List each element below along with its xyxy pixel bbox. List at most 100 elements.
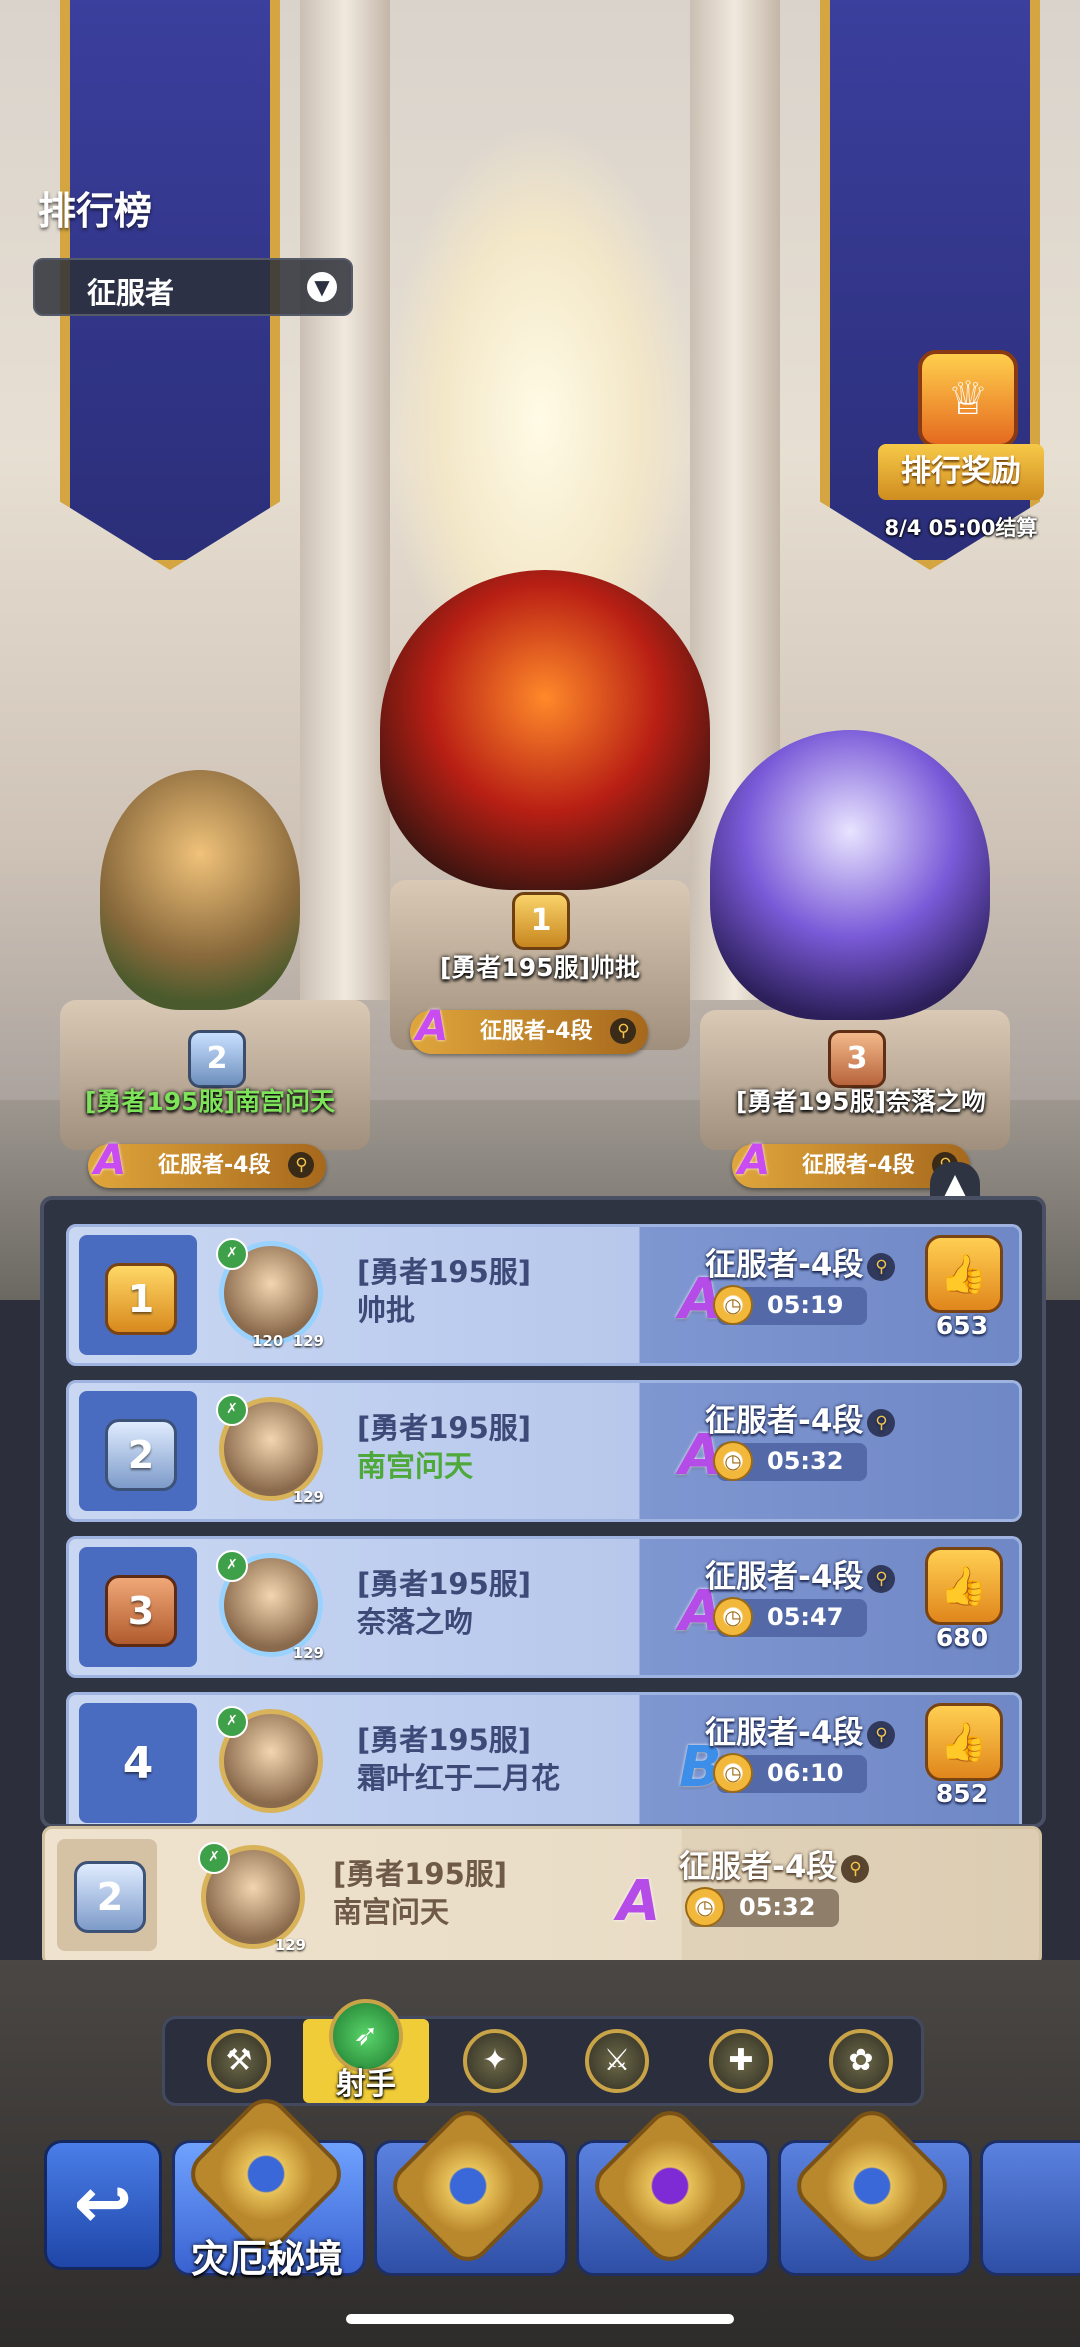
tier-text: 征服者-4段 <box>705 1715 864 1751</box>
rank-number: 4 <box>122 1738 154 1789</box>
my-rank-row[interactable]: 2 ✗ 129 [勇者195服] 南宫问天 A 征服者-4段 ⚲ ◷ 05:32 <box>42 1826 1042 1966</box>
like-button[interactable]: 👍 653 <box>919 1235 1005 1355</box>
player-name: 奈落之吻 <box>357 1605 474 1639</box>
tier-text: 征服者-4段 <box>705 1559 864 1595</box>
podium-rank-1-badge: 1 <box>512 892 570 950</box>
hero-second-place[interactable] <box>100 770 300 1010</box>
clear-time-value: 05:19 <box>767 1291 844 1319</box>
nav-active-label: 灾厄秘境 <box>190 2237 343 2281</box>
clear-time: ◷ 05:32 <box>713 1441 867 1481</box>
class-mini-icon: ✗ <box>216 1550 248 1582</box>
avatar[interactable]: ✗ 129 <box>198 1842 306 1954</box>
dropdown-value: 征服者 <box>87 276 175 310</box>
warrior-icon[interactable]: ⚒ <box>207 2029 271 2093</box>
podium-tier-2[interactable]: A 征服者-4段 ⚲ <box>88 1138 327 1188</box>
player-name: 南宫问天 <box>357 1449 474 1483</box>
grade-badge: A <box>738 1135 771 1184</box>
avatar[interactable]: ✗ <box>216 1706 323 1813</box>
player-server: [勇者195服] <box>357 1567 532 1601</box>
pillar-left <box>300 0 390 1000</box>
clock-icon: ◷ <box>713 1285 753 1325</box>
table-row[interactable]: 4 ✗ [勇者195服] 霜叶红于二月花 B 征服者-4段 ⚲ ◷ 06:10 👍… <box>66 1692 1022 1824</box>
avatar-level: 129 <box>274 1936 306 1954</box>
podium-tier-2-label: 征服者-4段 <box>158 1153 271 1178</box>
class-filter-bar[interactable]: ⚒ ➶ 射手 ✦ ⚔ ✚ ✿ <box>162 1999 924 2106</box>
avatar[interactable]: ✗ 129 <box>216 1550 324 1662</box>
class-mini-icon: ✗ <box>216 1238 248 1270</box>
clock-icon: ◷ <box>713 1441 753 1481</box>
avatar-level: 129 <box>292 1644 324 1662</box>
clock-icon: ◷ <box>713 1597 753 1637</box>
table-row[interactable]: 2 ✗ 129 [勇者195服] 南宫问天 A 征服者-4段 ⚲ ◷ 05:32 <box>66 1380 1022 1522</box>
tier-label[interactable]: 征服者-4段 ⚲ <box>705 1707 896 1752</box>
magnifier-icon: ⚲ <box>867 1720 896 1749</box>
podium-tier-1-label: 征服者-4段 <box>480 1019 593 1044</box>
tier-label[interactable]: 征服者-4段 ⚲ <box>705 1551 896 1596</box>
player-server: [勇者195服] <box>333 1857 508 1891</box>
podium-name-3: [勇者195服]奈落之吻 <box>735 1087 987 1116</box>
assassin-icon[interactable]: ⚔ <box>585 2029 649 2093</box>
reward-chest-icon: ♕ <box>918 350 1018 448</box>
tier-label[interactable]: 征服者-4段 ⚲ <box>679 1841 870 1886</box>
magnifier-icon: ⚲ <box>867 1564 896 1593</box>
tier-text: 征服者-4段 <box>679 1849 838 1885</box>
player-name: 南宫问天 <box>333 1895 450 1929</box>
thumbs-up-icon: 👍 <box>925 1547 1003 1625</box>
reward-label: 排行奖励 <box>878 444 1044 500</box>
summoner-icon[interactable]: ✿ <box>829 2029 893 2093</box>
class-mini-icon: ✗ <box>216 1394 248 1426</box>
podium-tier-1[interactable]: A 征服者-4段 ⚲ <box>410 1004 649 1054</box>
rank-cell: 2 <box>57 1839 157 1951</box>
hero-first-place[interactable] <box>380 570 710 890</box>
tier-text: 征服者-4段 <box>705 1247 864 1283</box>
hero-third-place[interactable] <box>710 730 990 1020</box>
clear-time-value: 05:47 <box>767 1603 844 1631</box>
clock-icon: ◷ <box>713 1753 753 1793</box>
magnifier-icon: ⚲ <box>841 1854 870 1883</box>
magnifier-icon: ⚲ <box>288 1152 315 1178</box>
thumbs-up-icon: 👍 <box>925 1703 1003 1781</box>
mage-icon[interactable]: ✦ <box>463 2029 527 2093</box>
like-button[interactable]: 👍 852 <box>919 1703 1005 1823</box>
player-server: [勇者195服] <box>357 1255 532 1289</box>
clear-time: ◷ 05:32 <box>685 1887 839 1927</box>
rank-badge: 2 <box>74 1861 146 1933</box>
podium-rank-2-badge: 2 <box>188 1030 246 1088</box>
tier-label[interactable]: 征服者-4段 ⚲ <box>705 1395 896 1440</box>
podium-name-1: [勇者195服]帅批 <box>439 953 641 982</box>
rank-cell: 4 <box>79 1703 197 1823</box>
podium-tier-3-label: 征服者-4段 <box>802 1153 915 1178</box>
rank-category-dropdown[interactable]: 征服者 ▼ <box>33 258 353 316</box>
selected-class-label: 射手 <box>336 2067 396 2102</box>
hero-level: 120 <box>252 1332 284 1350</box>
back-button[interactable]: ↩ <box>44 2140 162 2270</box>
nav-mode-5[interactable] <box>980 2140 1080 2276</box>
table-row[interactable]: 1 ✗ 129 120 [勇者195服] 帅批 A 征服者-4段 ⚲ ◷ 05:1… <box>66 1224 1022 1366</box>
class-mini-icon: ✗ <box>198 1842 230 1874</box>
like-count: 852 <box>935 1779 989 1808</box>
grade-badge: A <box>416 1001 449 1050</box>
avatar[interactable]: ✗ 129 <box>216 1394 324 1506</box>
table-row[interactable]: 3 ✗ 129 [勇者195服] 奈落之吻 A 征服者-4段 ⚲ ◷ 05:47 … <box>66 1536 1022 1678</box>
chevron-down-icon: ▼ <box>307 272 337 302</box>
player-name: 帅批 <box>357 1293 416 1327</box>
rank-cell: 3 <box>79 1547 197 1667</box>
avatar-level: 129 <box>292 1332 324 1350</box>
ranking-list[interactable]: 1 ✗ 129 120 [勇者195服] 帅批 A 征服者-4段 ⚲ ◷ 05:1… <box>40 1196 1046 1828</box>
player-server: [勇者195服] <box>357 1723 532 1757</box>
clock-icon: ◷ <box>685 1887 725 1927</box>
magnifier-icon: ⚲ <box>610 1018 637 1044</box>
clear-time-value: 05:32 <box>739 1893 816 1921</box>
avatar-level: 129 <box>292 1488 324 1506</box>
clear-time: ◷ 06:10 <box>713 1753 867 1793</box>
thumbs-up-icon: 👍 <box>925 1235 1003 1313</box>
rank-reward-button[interactable]: ♕ 排行奖励 8/4 05:00结算 <box>878 350 1044 546</box>
rank-badge: 2 <box>105 1419 177 1491</box>
avatar[interactable]: ✗ 129 120 <box>216 1238 324 1350</box>
like-button[interactable]: 👍 680 <box>919 1547 1005 1667</box>
support-icon[interactable]: ✚ <box>709 2029 773 2093</box>
grade-badge: A <box>94 1135 127 1184</box>
tier-label[interactable]: 征服者-4段 ⚲ <box>705 1239 896 1284</box>
reward-settle-time: 8/4 05:00结算 <box>884 516 1038 540</box>
rank-cell: 1 <box>79 1235 197 1355</box>
